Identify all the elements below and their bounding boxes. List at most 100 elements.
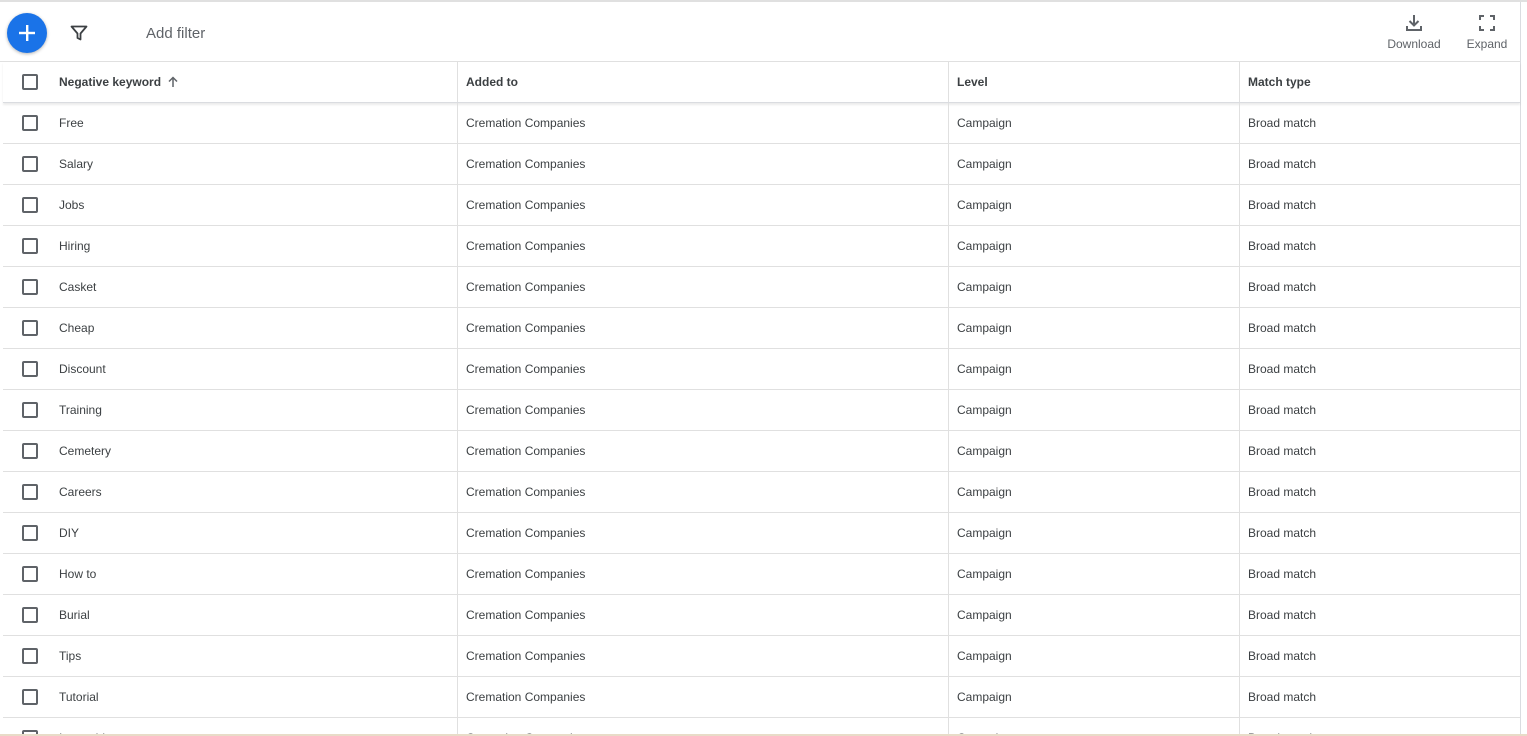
keyword-cell: Jobs bbox=[51, 185, 457, 225]
row-checkbox[interactable] bbox=[22, 156, 38, 172]
level-cell: Campaign bbox=[948, 677, 1239, 717]
level-cell: Campaign bbox=[948, 595, 1239, 635]
column-header-level[interactable]: Level bbox=[948, 62, 1239, 102]
row-select-cell bbox=[3, 595, 51, 635]
row-select-cell bbox=[3, 472, 51, 512]
level-text: Campaign bbox=[957, 321, 1012, 335]
keyword-text: DIY bbox=[59, 526, 80, 540]
match-type-text: Broad match bbox=[1248, 321, 1317, 335]
match-type-text: Broad match bbox=[1248, 567, 1317, 581]
table-row[interactable]: Internship Cremation Companies Campaign Bro… bbox=[3, 718, 1520, 734]
expand-label: Expand bbox=[1466, 37, 1508, 51]
match-type-cell: Broad match bbox=[1239, 472, 1520, 512]
match-type-text: Broad match bbox=[1248, 280, 1317, 294]
row-checkbox[interactable] bbox=[22, 402, 38, 418]
keyword-text: Careers bbox=[59, 485, 102, 499]
match-type-cell: Broad match bbox=[1239, 636, 1520, 676]
row-checkbox[interactable] bbox=[22, 730, 38, 734]
row-checkbox[interactable] bbox=[22, 361, 38, 377]
download-label: Download bbox=[1387, 37, 1441, 51]
row-checkbox[interactable] bbox=[22, 238, 38, 254]
added-to-text: Cremation Companies bbox=[466, 567, 586, 581]
added-to-cell: Cremation Companies bbox=[457, 349, 948, 389]
row-checkbox[interactable] bbox=[22, 279, 38, 295]
add-filter-input[interactable]: Add filter bbox=[146, 25, 205, 42]
added-to-cell: Cremation Companies bbox=[457, 226, 948, 266]
keyword-text: Discount bbox=[59, 362, 106, 376]
table-row[interactable]: Cemetery Cremation Companies Campaign Broad… bbox=[3, 431, 1520, 472]
table-row[interactable]: Jobs Cremation Companies Campaign Broad mat… bbox=[3, 185, 1520, 226]
filter-icon[interactable] bbox=[68, 22, 90, 44]
row-checkbox[interactable] bbox=[22, 484, 38, 500]
row-select-cell bbox=[3, 103, 51, 143]
row-select-cell bbox=[3, 636, 51, 676]
row-checkbox[interactable] bbox=[22, 525, 38, 541]
table-header-row: Negative keyword Added to Level Match ty… bbox=[3, 62, 1520, 103]
table-row[interactable]: Free Cremation Companies Campaign Broad mat… bbox=[3, 103, 1520, 144]
expand-button[interactable]: Expand bbox=[1462, 12, 1512, 58]
row-checkbox[interactable] bbox=[22, 689, 38, 705]
column-header-negative-keyword[interactable]: Negative keyword bbox=[51, 62, 457, 102]
added-to-cell: Cremation Companies bbox=[457, 595, 948, 635]
level-text: Campaign bbox=[957, 526, 1012, 540]
match-type-cell: Broad match bbox=[1239, 103, 1520, 143]
row-checkbox[interactable] bbox=[22, 115, 38, 131]
table-row[interactable]: DIY Cremation Companies Campaign Broad matc… bbox=[3, 513, 1520, 554]
row-checkbox[interactable] bbox=[22, 320, 38, 336]
row-checkbox[interactable] bbox=[22, 607, 38, 623]
table-row[interactable]: Careers Cremation Companies Campaign Broad … bbox=[3, 472, 1520, 513]
added-to-text: Cremation Companies bbox=[466, 321, 586, 335]
table-row[interactable]: Burial Cremation Companies Campaign Broad m… bbox=[3, 595, 1520, 636]
match-type-text: Broad match bbox=[1248, 362, 1317, 376]
table-row[interactable]: Cheap Cremation Companies Campaign Broad ma… bbox=[3, 308, 1520, 349]
keyword-text: Training bbox=[59, 403, 102, 417]
match-type-cell: Broad match bbox=[1239, 390, 1520, 430]
match-type-cell: Broad match bbox=[1239, 718, 1520, 734]
keyword-text: Tips bbox=[59, 649, 82, 663]
select-all-checkbox[interactable] bbox=[22, 74, 38, 90]
table-row[interactable]: Tutorial Cremation Companies Campaign Broad… bbox=[3, 677, 1520, 718]
match-type-cell: Broad match bbox=[1239, 554, 1520, 594]
match-type-text: Broad match bbox=[1248, 116, 1317, 130]
download-button[interactable]: Download bbox=[1382, 12, 1446, 58]
level-text: Campaign bbox=[957, 198, 1012, 212]
row-checkbox[interactable] bbox=[22, 648, 38, 664]
level-text: Campaign bbox=[957, 485, 1012, 499]
level-text: Campaign bbox=[957, 444, 1012, 458]
keyword-cell: Cemetery bbox=[51, 431, 457, 471]
level-cell: Campaign bbox=[948, 718, 1239, 734]
added-to-text: Cremation Companies bbox=[466, 526, 586, 540]
keyword-text: Jobs bbox=[59, 198, 85, 212]
added-to-text: Cremation Companies bbox=[466, 198, 586, 212]
level-cell: Campaign bbox=[948, 390, 1239, 430]
match-type-cell: Broad match bbox=[1239, 431, 1520, 471]
added-to-text: Cremation Companies bbox=[466, 403, 586, 417]
table-row[interactable]: Discount Cremation Companies Campaign Broad… bbox=[3, 349, 1520, 390]
table-row[interactable]: Hiring Cremation Companies Campaign Broad m… bbox=[3, 226, 1520, 267]
match-type-text: Broad match bbox=[1248, 526, 1317, 540]
row-checkbox[interactable] bbox=[22, 443, 38, 459]
level-text: Campaign bbox=[957, 362, 1012, 376]
table-row[interactable]: Salary Cremation Companies Campaign Broad m… bbox=[3, 144, 1520, 185]
match-type-text: Broad match bbox=[1248, 198, 1317, 212]
added-to-cell: Cremation Companies bbox=[457, 513, 948, 553]
row-select-cell bbox=[3, 267, 51, 307]
negative-keywords-table: Negative keyword Added to Level Match ty… bbox=[3, 62, 1520, 734]
keyword-cell: Hiring bbox=[51, 226, 457, 266]
row-checkbox[interactable] bbox=[22, 197, 38, 213]
row-select-cell bbox=[3, 718, 51, 734]
table-row[interactable]: How to Cremation Companies Campaign Broad m… bbox=[3, 554, 1520, 595]
column-header-added-to[interactable]: Added to bbox=[457, 62, 948, 102]
add-negative-keyword-button[interactable] bbox=[7, 13, 47, 53]
row-select-cell bbox=[3, 431, 51, 471]
column-header-match-type[interactable]: Match type bbox=[1239, 62, 1520, 102]
row-checkbox[interactable] bbox=[22, 566, 38, 582]
keyword-cell: Discount bbox=[51, 349, 457, 389]
keyword-cell: How to bbox=[51, 554, 457, 594]
keyword-cell: Internship bbox=[51, 718, 457, 734]
plus-icon bbox=[19, 25, 35, 41]
added-to-text: Cremation Companies bbox=[466, 649, 586, 663]
table-row[interactable]: Tips Cremation Companies Campaign Broad mat… bbox=[3, 636, 1520, 677]
table-row[interactable]: Casket Cremation Companies Campaign Broad m… bbox=[3, 267, 1520, 308]
table-row[interactable]: Training Cremation Companies Campaign Broad… bbox=[3, 390, 1520, 431]
